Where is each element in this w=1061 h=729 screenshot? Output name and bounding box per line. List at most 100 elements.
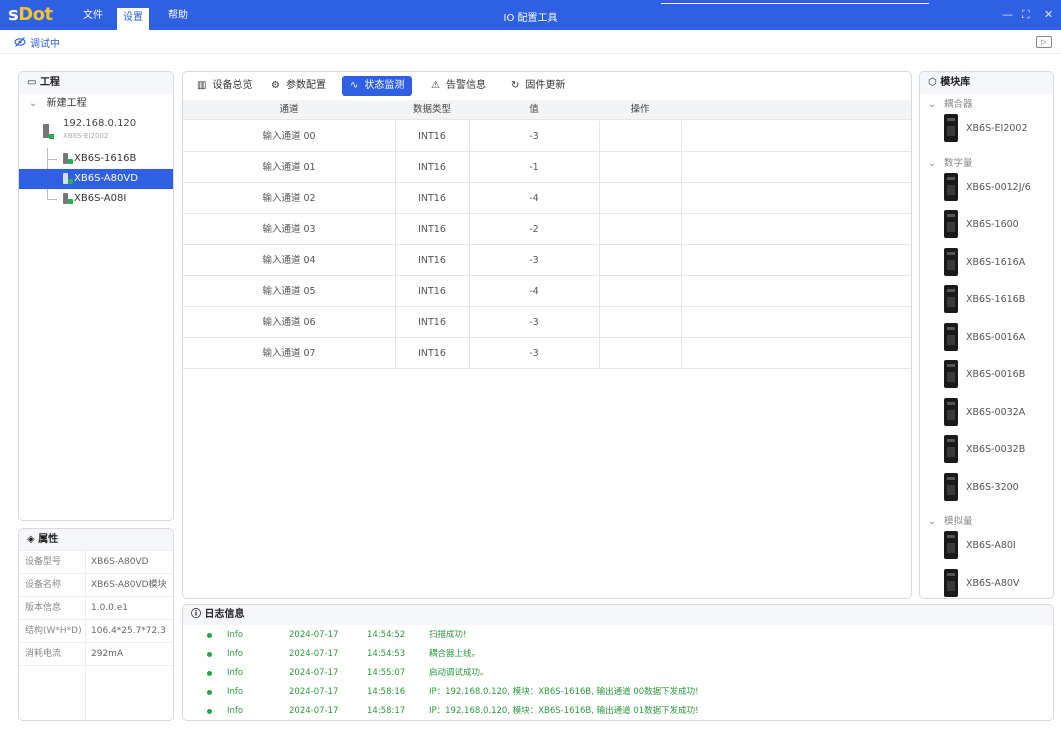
table-row[interactable]: 输入通道 03 INT16 -2: [183, 214, 911, 245]
menu-settings[interactable]: 设置: [117, 8, 149, 30]
library-module-label: XB6S-0012J/6: [966, 181, 1031, 193]
cell-value: -3: [529, 131, 539, 142]
cell-action[interactable]: [599, 307, 681, 338]
sdot-logo: sDot: [8, 4, 53, 25]
library-module-label: XB6S-3200: [966, 481, 1019, 493]
cell-datatype: INT16: [418, 193, 446, 204]
cell-channel: 输入通道 06: [262, 317, 316, 328]
library-module-label: XB6S-0032B: [966, 444, 1026, 455]
cell-value: -3: [529, 255, 539, 266]
library-module-label: XB6S-1616A: [966, 256, 1026, 268]
status-dot-icon: [207, 652, 212, 657]
column-header-datatype[interactable]: 数据类型: [395, 100, 469, 120]
title-underline: [661, 3, 929, 4]
library-module-item[interactable]: XB6S-0012J/6: [944, 172, 1049, 203]
library-module-label: XB6S-A80I: [966, 540, 1016, 551]
menu-file[interactable]: 文件: [77, 7, 109, 25]
cell-channel: 输入通道 00: [262, 131, 316, 142]
cube-icon: ⬡: [928, 77, 941, 88]
prop-row: 结构(W*H*D) 106.4*25.7*72.3: [19, 620, 173, 643]
log-time: 14:54:52: [367, 630, 406, 640]
library-module-label: XB6S-A80V: [966, 577, 1020, 589]
prop-row: 消耗电流 292mA: [19, 643, 173, 666]
module-icon: [63, 192, 73, 204]
library-module-item[interactable]: XB6S-0032A: [944, 397, 1049, 428]
cell-action[interactable]: [599, 245, 681, 276]
library-module-item[interactable]: XB6S-0032B: [944, 435, 1049, 465]
library-module-item[interactable]: XB6S-1616B: [944, 285, 1049, 315]
library-module-item[interactable]: XB6S-EI2002: [944, 114, 1049, 144]
project-panel: ▭ 工程 ⌄ 新建工程 192.168.0.120 XB6S-EI2002 XB…: [18, 71, 174, 521]
module-device-icon: [944, 531, 958, 559]
cell-datatype: INT16: [418, 131, 446, 142]
library-module-item[interactable]: XB6S-A80I: [944, 531, 1049, 561]
gear-icon: ⚙: [271, 80, 280, 91]
cell-value: -3: [529, 317, 539, 328]
module-device-icon: [944, 397, 958, 426]
tab-device-overview[interactable]: ▥ 设备总览: [189, 76, 260, 96]
table-row[interactable]: 输入通道 01 INT16 -1: [183, 152, 911, 183]
maximize-icon[interactable]: ⛶: [1022, 8, 1030, 22]
panel-toggle-button[interactable]: ▷: [1036, 36, 1052, 48]
module-icon: [63, 172, 73, 184]
warning-icon: ⚠: [431, 80, 440, 91]
log-message: 启动调试成功。: [429, 668, 489, 678]
library-module-item[interactable]: XB6S-3200: [944, 472, 1049, 503]
library-group-header[interactable]: ⌄ 模拟量: [928, 513, 972, 527]
coupler-ip: 192.168.0.120: [63, 118, 137, 129]
tab-parameter-config[interactable]: ⚙ 参数配置: [263, 76, 334, 96]
layers-icon: ◈: [27, 534, 39, 545]
cell-action[interactable]: [599, 183, 681, 214]
minimize-icon[interactable]: —: [1002, 8, 1013, 21]
log-date: 2024-07-17: [289, 649, 339, 659]
tree-module-1616b[interactable]: XB6S-1616B: [55, 149, 173, 169]
cell-value: -4: [529, 286, 539, 297]
column-header-value[interactable]: 值: [469, 100, 599, 120]
table-row[interactable]: 输入通道 02 INT16 -4: [183, 183, 911, 214]
library-module-item[interactable]: XB6S-1600: [944, 210, 1049, 240]
folder-icon: ▭: [27, 77, 40, 88]
tab-firmware-update[interactable]: ↻ 固件更新: [503, 76, 573, 96]
library-module-item[interactable]: XB6S-A80V: [944, 568, 1049, 599]
tab-status-monitor[interactable]: ∿ 状态监测: [342, 76, 413, 96]
cell-action[interactable]: [599, 214, 681, 245]
tree-root[interactable]: ⌄ 新建工程: [29, 94, 87, 114]
log-date: 2024-07-17: [289, 668, 339, 678]
app-title: IO 配置工具: [503, 13, 558, 24]
log-entry: Info 2024-07-17 14:58:16 IP：192.168.0.120, …: [183, 683, 1053, 701]
prop-row: 设备型号 XB6S-A80VD: [19, 551, 173, 574]
close-icon[interactable]: ✕: [1044, 8, 1053, 21]
library-module-item[interactable]: XB6S-0016B: [944, 360, 1049, 390]
debug-status-label[interactable]: 调试中: [30, 35, 60, 50]
cell-action[interactable]: [599, 121, 681, 152]
log-level: Info: [227, 668, 244, 678]
column-header-channel[interactable]: 通道: [183, 100, 395, 120]
chevron-down-icon: ⌄: [928, 516, 936, 527]
column-header-action[interactable]: 操作: [599, 100, 681, 120]
cell-action[interactable]: [599, 152, 681, 183]
module-library-panel: ⬡ 模块库 ⌄ 耦合器 XB6S-EI2002 ⌄ 数字量 XB6S-0012J/6 XB6…: [919, 71, 1054, 599]
menu-help[interactable]: 帮助: [162, 7, 194, 25]
cell-channel: 输入通道 04: [262, 255, 316, 266]
tree-module-a08i[interactable]: XB6S-A08I: [55, 189, 173, 209]
cell-value: -1: [529, 162, 539, 173]
tab-alarm-info[interactable]: ⚠ 告警信息: [423, 76, 494, 96]
library-module-item[interactable]: XB6S-1616A: [944, 247, 1049, 278]
project-header: ▭ 工程: [19, 72, 173, 94]
log-level: Info: [227, 706, 244, 716]
cell-action[interactable]: [599, 338, 681, 369]
log-level: Info: [227, 687, 244, 697]
library-module-item[interactable]: XB6S-0016A: [944, 322, 1049, 353]
log-time: 14:54:53: [367, 649, 406, 659]
library-group-header[interactable]: ⌄ 数字量: [928, 155, 972, 169]
table-row[interactable]: 输入通道 00 INT16 -3: [183, 121, 911, 152]
table-row[interactable]: 输入通道 05 INT16 -4: [183, 276, 911, 307]
cell-action[interactable]: [599, 276, 681, 307]
table-row[interactable]: 输入通道 06 INT16 -3: [183, 307, 911, 338]
cell-channel: 输入通道 05: [262, 286, 316, 297]
library-group-header[interactable]: ⌄ 耦合器: [928, 96, 972, 110]
table-row[interactable]: 输入通道 07 INT16 -3: [183, 338, 911, 369]
library-module-label: XB6S-0016B: [966, 369, 1026, 380]
table-row[interactable]: 输入通道 04 INT16 -3: [183, 245, 911, 276]
tree-module-a80vd[interactable]: XB6S-A80VD: [19, 169, 173, 189]
